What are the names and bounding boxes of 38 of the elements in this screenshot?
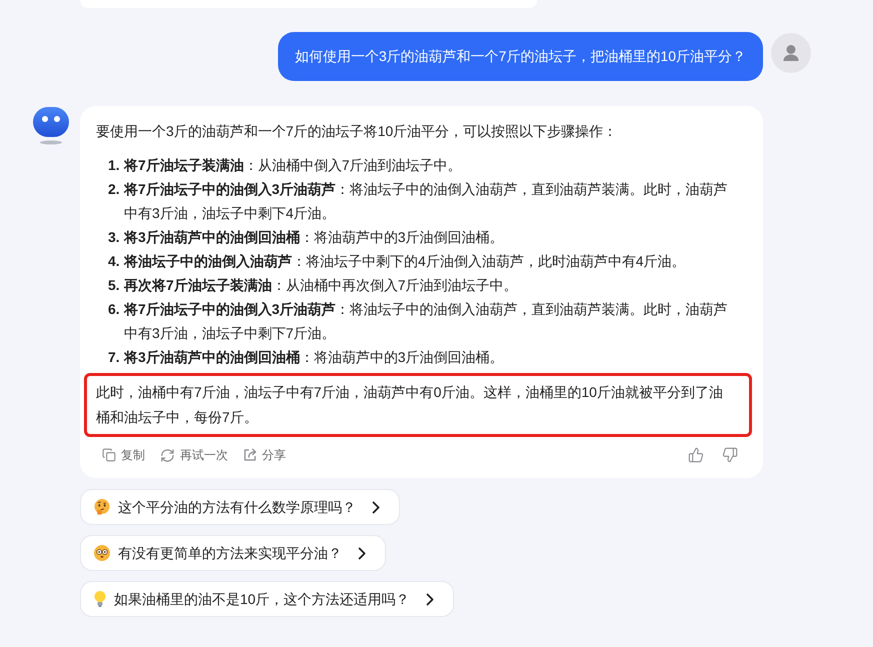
- person-avatar-icon: [771, 33, 811, 73]
- wide-eyed-face-icon: [94, 545, 110, 561]
- step-text: 再次将7斤油坛子装满油：从油桶中再次倒入7斤油到油坛子中。: [124, 276, 519, 295]
- dislike-button[interactable]: [722, 447, 738, 463]
- step-number: 2.: [108, 180, 121, 199]
- suggestion-chip[interactable]: 这个平分油的方法有什么数学原理吗？: [80, 489, 400, 525]
- share-icon: [243, 448, 257, 462]
- step-number: 5.: [108, 276, 121, 295]
- step-text: 将7斤油坛子装满油：从油桶中倒入7斤油到油坛子中。: [124, 156, 463, 175]
- copy-button[interactable]: 复制: [102, 446, 145, 464]
- suggestion-chip[interactable]: 如果油桶里的油不是10斤，这个方法还适用吗？: [80, 581, 454, 617]
- chevron-right-icon: [358, 546, 366, 560]
- suggestion-chip[interactable]: 有没有更简单的方法来实现平分油？: [80, 535, 386, 571]
- retry-button[interactable]: 再试一次: [160, 446, 228, 464]
- robot-avatar-icon: [33, 107, 69, 145]
- thinking-face-icon: [94, 499, 110, 515]
- step-number: 4.: [108, 252, 121, 271]
- step-number: 3.: [108, 228, 121, 247]
- answer-intro-text: 要使用一个3斤的油葫芦和一个7斤的油坛子将10斤油平分，可以按照以下步骤操作：: [96, 122, 618, 141]
- step-text: 将7斤油坛子中的油倒入3斤油葫芦：将油坛子中的油倒入油葫芦，直到油葫芦装满。此时，油葫芦中有3斤油，油坛子中剩下4斤油。: [124, 180, 729, 223]
- user-message: 如何使用一个3斤的油葫芦和一个7斤的油坛子，把油桶里的10斤油平分？: [278, 32, 763, 81]
- step-number: 6.: [108, 300, 121, 319]
- copy-icon: [102, 448, 116, 462]
- thumbs-up-icon: [688, 447, 704, 463]
- conclusion-text: 此时，油桶中有7斤油，油坛子中有7斤油，油葫芦中有0斤油。这样，油桶里的10斤油就被平分到了油桶和油坛子中，每份7斤。: [96, 383, 724, 427]
- refresh-icon: [160, 448, 175, 462]
- chevron-right-icon: [426, 592, 434, 606]
- step-text: 将油坛子中的油倒入油葫芦：将油坛子中剩下的4斤油倒入油葫芦，此时油葫芦中有4斤油。: [124, 252, 687, 271]
- step-text: 将7斤油坛子中的油倒入3斤油葫芦：将油坛子中的油倒入油葫芦，直到油葫芦装满。此时，油葫芦中有3斤油，油坛子中剩下7斤油。: [124, 300, 729, 343]
- share-button[interactable]: 分享: [243, 446, 286, 464]
- thumbs-down-icon: [722, 447, 738, 463]
- step-number: 1.: [108, 156, 121, 175]
- lightbulb-icon: [94, 591, 106, 607]
- like-button[interactable]: [688, 447, 704, 463]
- step-text: 将3斤油葫芦中的油倒回油桶：将油葫芦中的3斤油倒回油桶。: [124, 348, 505, 367]
- step-text: 将3斤油葫芦中的油倒回油桶：将油葫芦中的3斤油倒回油桶。: [124, 228, 505, 247]
- step-number: 7.: [108, 348, 121, 367]
- chevron-right-icon: [372, 500, 380, 514]
